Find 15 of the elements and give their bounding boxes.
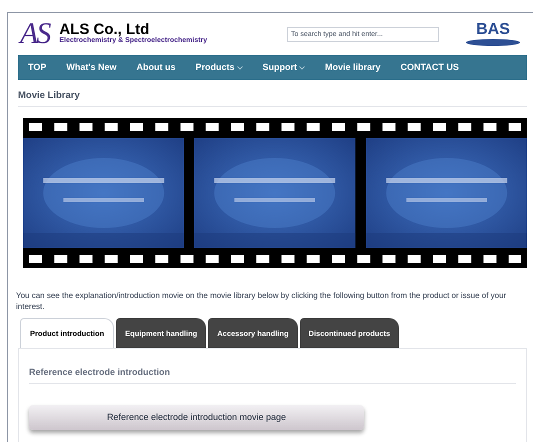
nav-link[interactable]: About us xyxy=(136,60,176,74)
section-heading: Reference electrode introduction xyxy=(29,366,516,384)
nav-link[interactable]: Movie library xyxy=(325,60,381,74)
nav-link[interactable]: CONTACT US xyxy=(400,60,459,74)
intro-text: You can see the explanation/introduction movie on the movie library below by clicking the following button from the product or issue of your interest. xyxy=(16,290,508,312)
page-title: Movie Library xyxy=(18,89,527,108)
partner-logo: BAS xyxy=(476,22,510,38)
nav-link[interactable]: Products xyxy=(196,60,243,74)
nav-link[interactable]: What's New xyxy=(66,60,116,74)
nav-link[interactable]: Support xyxy=(262,60,306,74)
nav-link[interactable]: TOP xyxy=(28,60,46,74)
company-name: ALS Co., Ltd xyxy=(59,22,150,38)
logo-mark: AS xyxy=(20,19,51,49)
logo-swoosh-icon xyxy=(465,39,521,46)
movie-page-button[interactable]: Reference electrode introduction movie page xyxy=(29,404,364,430)
